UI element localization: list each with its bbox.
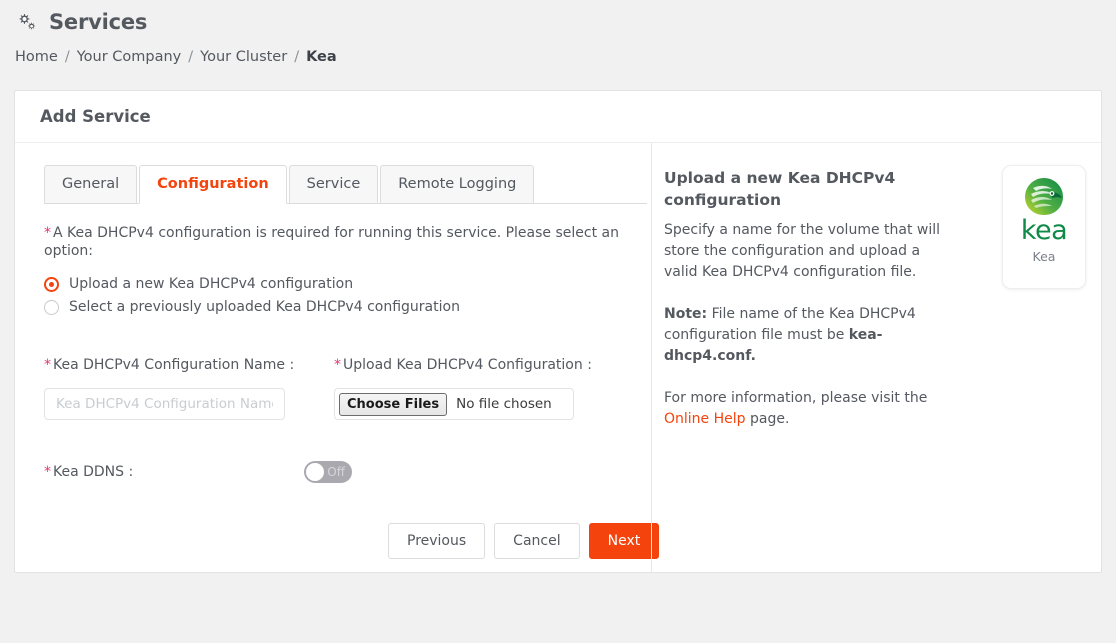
tab-bar: General Configuration Service Remote Log… <box>26 165 651 204</box>
card-body: General Configuration Service Remote Log… <box>15 143 1101 572</box>
ddns-field-group: * Kea DDNS : Off <box>44 461 651 483</box>
next-button[interactable]: Next <box>588 523 660 559</box>
required-marker: * <box>44 464 51 480</box>
page-header: Services <box>0 0 1116 36</box>
help-more-info: For more information, please visit the O… <box>664 388 944 430</box>
cancel-button[interactable]: Cancel <box>494 523 580 559</box>
radio-select-existing-indicator[interactable] <box>44 299 59 315</box>
breadcrumb-separator: / <box>294 49 300 65</box>
help-more-info-prefix: For more information, please visit the <box>664 390 928 406</box>
tab-service[interactable]: Service <box>288 165 379 204</box>
help-note-label: Note: <box>664 306 708 322</box>
file-upload-input[interactable]: Choose Files No file chosen <box>334 388 574 420</box>
required-marker: * <box>44 357 51 373</box>
help-pane: Upload a new Kea DHCPv4 configuration Sp… <box>651 143 1101 572</box>
breadcrumb-item-your-cluster[interactable]: Your Cluster <box>200 49 287 65</box>
ddns-label-text: Kea DDNS : <box>53 464 134 480</box>
breadcrumb: Home / Your Company / Your Cluster / Kea <box>0 36 1116 70</box>
tab-remote-logging[interactable]: Remote Logging <box>380 165 535 204</box>
tab-general[interactable]: General <box>44 165 138 204</box>
config-name-label-text: Kea DHCPv4 Configuration Name : <box>53 357 295 373</box>
required-marker: * <box>44 225 51 241</box>
breadcrumb-separator: / <box>188 49 194 65</box>
upload-config-label-text: Upload Kea DHCPv4 Configuration : <box>343 357 592 373</box>
help-text: Upload a new Kea DHCPv4 configuration Sp… <box>664 165 944 572</box>
breadcrumb-item-your-company[interactable]: Your Company <box>77 49 182 65</box>
left-pane: General Configuration Service Remote Log… <box>15 143 660 572</box>
kea-logo-card: kea Kea <box>1002 165 1086 289</box>
kea-bird-icon <box>1021 176 1067 218</box>
config-name-label: * Kea DHCPv4 Configuration Name : <box>44 357 334 373</box>
help-paragraph-1: Specify a name for the volume that will … <box>664 222 941 280</box>
ddns-toggle-knob <box>306 463 324 481</box>
form-instruction: * A Kea DHCPv4 configuration is required … <box>44 224 651 260</box>
choose-files-button[interactable]: Choose Files <box>339 392 448 416</box>
upload-config-field-group: * Upload Kea DHCPv4 Configuration : Choos… <box>334 357 634 420</box>
card-title: Add Service <box>15 91 1101 143</box>
tab-configuration[interactable]: Configuration <box>139 165 287 204</box>
ddns-label: * Kea DDNS : <box>44 464 304 480</box>
help-note: Note: File name of the Kea DHCPv4 config… <box>664 304 944 367</box>
file-chosen-status: No file chosen <box>456 396 552 412</box>
upload-config-label: * Upload Kea DHCPv4 Configuration : <box>334 357 634 373</box>
help-title: Upload a new Kea DHCPv4 configuration <box>664 169 896 209</box>
radio-option-upload-new[interactable]: Upload a new Kea DHCPv4 configuration <box>44 274 651 294</box>
add-service-card: Add Service General Configuration Servic… <box>14 90 1102 573</box>
field-grid: *Kea DHCPv4 Configuration Name : *Upload… <box>44 357 651 420</box>
radio-select-existing-label: Select a previously uploaded Kea DHCPv4 … <box>69 299 460 315</box>
ddns-toggle[interactable]: Off <box>304 461 352 483</box>
kea-wordmark: kea <box>1020 215 1068 246</box>
ddns-toggle-state: Off <box>327 465 345 479</box>
online-help-link[interactable]: Online Help <box>664 411 746 427</box>
kea-logo-caption: Kea <box>1032 249 1056 264</box>
breadcrumb-item-kea: Kea <box>306 49 337 65</box>
cogs-icon <box>16 11 40 33</box>
config-name-field-group: * Kea DHCPv4 Configuration Name : <box>44 357 334 420</box>
radio-upload-new-indicator[interactable] <box>44 276 59 292</box>
config-name-input[interactable] <box>44 388 285 420</box>
radio-option-select-existing[interactable]: Select a previously uploaded Kea DHCPv4 … <box>44 297 651 317</box>
form-instruction-text: A Kea DHCPv4 configuration is required f… <box>44 225 619 259</box>
configuration-form: * A Kea DHCPv4 configuration is required … <box>26 204 660 559</box>
breadcrumb-separator: / <box>64 49 70 65</box>
radio-upload-new-label: Upload a new Kea DHCPv4 configuration <box>69 276 354 292</box>
previous-button[interactable]: Previous <box>388 523 486 559</box>
form-actions: Previous Cancel Next <box>44 523 660 559</box>
page-title: Services <box>49 10 148 34</box>
required-marker: * <box>334 357 341 373</box>
help-more-info-suffix: page. <box>745 411 790 427</box>
breadcrumb-item-home[interactable]: Home <box>15 49 58 65</box>
